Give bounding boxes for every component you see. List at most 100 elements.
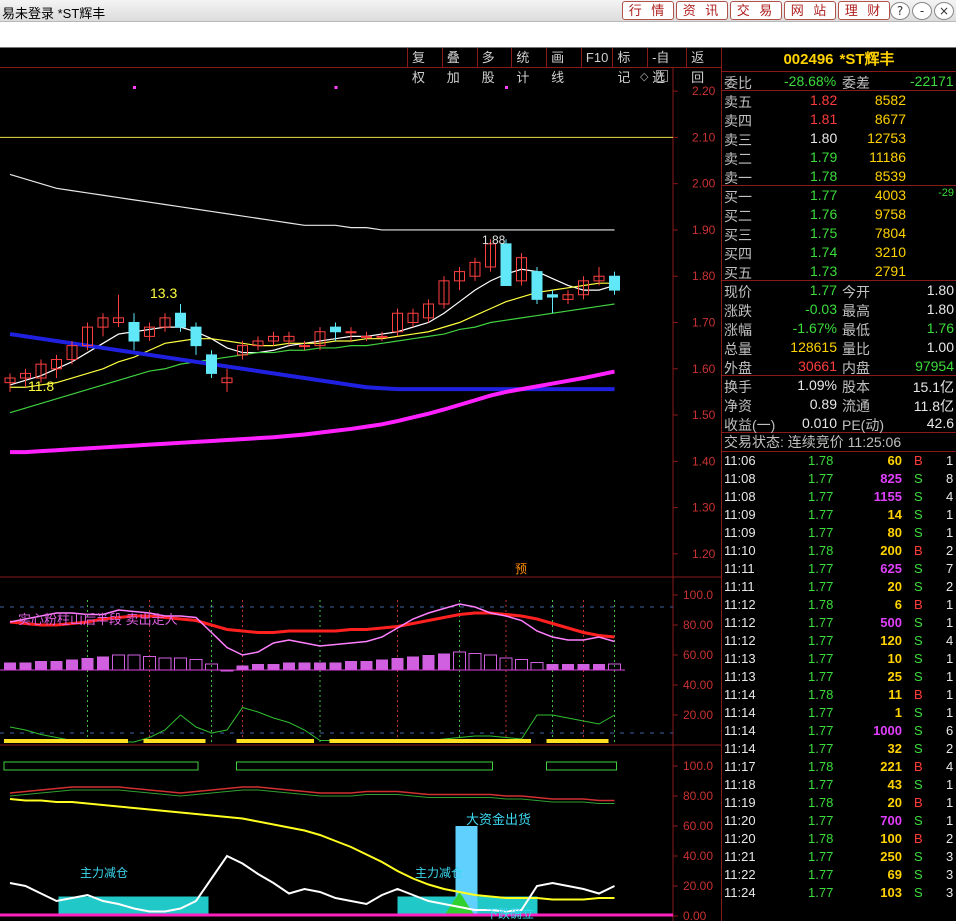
nav-button-quotes[interactable]: 行 情 (622, 1, 674, 20)
bid-row[interactable]: 买五 1.73 2791 (722, 262, 956, 281)
chart-toolbar: 复权 叠加 多股 统计 画线 F10 标记 -自选 返回 ◇ × (0, 48, 721, 85)
nav-button-trade[interactable]: 交 易 (730, 1, 782, 20)
decline-confirmed-label: 下跌确立 (486, 906, 534, 921)
tick-time: 11:11 (724, 579, 755, 594)
ind1-yellow-segment (329, 739, 516, 743)
minimize-icon[interactable]: - (912, 2, 932, 20)
tick-row[interactable]: 11:22 1.77 69 S 3 (722, 866, 956, 884)
tick-row[interactable]: 11:11 1.77 20 S 2 (722, 578, 956, 596)
tick-row[interactable]: 11:11 1.77 625 S 7 (722, 560, 956, 578)
fund-value: 0.89 (809, 396, 837, 412)
toolbar-button-f10[interactable]: F10 (580, 48, 612, 68)
stat-label: 内盘 (842, 360, 870, 376)
tick-price: 1.77 (808, 561, 834, 576)
stat-value: 1.80 (926, 301, 954, 317)
tick-count: 6 (946, 723, 954, 738)
tick-row[interactable]: 11:14 1.77 1000 S 6 (722, 722, 956, 740)
ind1-bar (593, 664, 605, 670)
bid-row[interactable]: 买四 1.74 3210 (722, 243, 956, 262)
tick-row[interactable]: 11:12 1.77 500 S 1 (722, 614, 956, 632)
tick-count: 2 (946, 579, 954, 594)
stat-label: 现价 (724, 284, 752, 300)
toolbar-button-mark[interactable]: 标记 (612, 48, 647, 85)
tick-direction: S (914, 777, 923, 792)
weibi-value: -28.68% (784, 73, 837, 89)
tick-row[interactable]: 11:20 1.77 700 S 1 (722, 812, 956, 830)
ind1-bar (530, 662, 544, 671)
bid-row[interactable]: 买一 1.77 4003 -29 (722, 186, 956, 205)
tick-row[interactable]: 11:12 1.77 120 S 4 (722, 632, 956, 650)
tick-row[interactable]: 11:13 1.77 25 S 1 (722, 668, 956, 686)
quote-panel: 002496 *ST辉丰 委比 -28.68% 委差 -22171 卖五 1.82 8… (721, 48, 956, 921)
tick-row[interactable]: 11:17 1.78 221 B 4 (722, 758, 956, 776)
tick-row[interactable]: 11:20 1.78 100 B 2 (722, 830, 956, 848)
tick-row[interactable]: 11:09 1.77 80 S 1 (722, 524, 956, 542)
tick-direction: S (914, 885, 923, 900)
toolbar-button-statistics[interactable]: 统计 (511, 48, 546, 85)
tick-volume: 14 (887, 507, 902, 522)
toolbar-button-back[interactable]: 返回 (686, 48, 721, 85)
tick-count: 4 (946, 633, 954, 648)
bid-volume: 9758 (874, 206, 906, 222)
stat-label: 总量 (724, 341, 752, 357)
tick-price: 1.77 (808, 885, 834, 900)
ind1-axis-label: 60.00 (683, 648, 713, 662)
toolbar-button-restore-rights[interactable]: 复权 (407, 48, 442, 85)
tick-row[interactable]: 11:24 1.77 103 S 3 (722, 884, 956, 902)
tick-time: 11:17 (724, 759, 756, 774)
tick-row[interactable]: 11:21 1.77 250 S 3 (722, 848, 956, 866)
help-icon[interactable]: ? (890, 2, 910, 20)
tick-direction: S (914, 579, 923, 594)
tick-row[interactable]: 11:12 1.78 6 B 1 (722, 596, 956, 614)
toolbar-button-overlay[interactable]: 叠加 (441, 48, 477, 85)
bid-label: 买一 (724, 189, 752, 205)
toolbar-button-multi-stock[interactable]: 多股 (476, 48, 512, 85)
toolbar-button-draw-line[interactable]: 画线 (546, 48, 581, 85)
tick-row[interactable]: 11:08 1.77 825 S 8 (722, 470, 956, 488)
bid-row[interactable]: 买三 1.75 7804 (722, 224, 956, 243)
close-icon[interactable]: × (934, 2, 954, 20)
main-price-panel: 2.20 2.10 2.00 1.90 1.80 1.70 1.60 1.50 1.40 1.30… (0, 84, 716, 561)
stat-value: 1.80 (926, 282, 954, 298)
tick-row[interactable]: 11:14 1.77 1 S 1 (722, 704, 956, 722)
ask-row[interactable]: 卖五 1.82 8582 (722, 91, 956, 110)
tick-count: 4 (946, 759, 954, 774)
ind2-band (236, 761, 493, 771)
stat-value: -0.03 (805, 301, 837, 317)
ask-levels: 卖五 1.82 8582 卖四 1.81 8677 卖三 1.80 12753 卖二 1.79 111… (722, 91, 956, 186)
toolbar-button-remove-watchlist[interactable]: -自选 (647, 48, 686, 85)
ind2-axis-label: 60.00 (683, 819, 713, 833)
candle-body (361, 335, 372, 338)
tick-direction: B (914, 453, 923, 468)
candle-body (206, 354, 217, 374)
tick-row[interactable]: 11:19 1.78 20 B 1 (722, 794, 956, 812)
tick-price: 1.77 (808, 633, 834, 648)
ask-row[interactable]: 卖四 1.81 8677 (722, 110, 956, 129)
tick-price: 1.77 (808, 525, 834, 540)
tick-volume: 20 (887, 795, 902, 810)
tick-row[interactable]: 11:13 1.77 10 S 1 (722, 650, 956, 668)
tick-time: 11:13 (724, 669, 756, 684)
tick-volume: 10 (887, 651, 902, 666)
tick-row[interactable]: 11:14 1.78 11 B 1 (722, 686, 956, 704)
tick-row[interactable]: 11:08 1.77 1155 S 4 (722, 488, 956, 506)
title-bar: 易未登录 *ST辉丰 行 情 资 讯 交 易 网 站 理 财 ? - × (0, 0, 956, 22)
tick-row[interactable]: 11:10 1.78 200 B 2 (722, 542, 956, 560)
ask-row[interactable]: 卖三 1.80 12753 (722, 129, 956, 148)
ind1-yellow-segment (546, 739, 609, 743)
candle-body (609, 275, 620, 291)
ask-row[interactable]: 卖一 1.78 8539 (722, 167, 956, 186)
kline-chart-area[interactable]: 2.20 2.10 2.00 1.90 1.80 1.70 1.60 1.50 1.40 1.30… (0, 68, 721, 921)
nav-button-website[interactable]: 网 站 (784, 1, 836, 20)
tick-row[interactable]: 11:09 1.77 14 S 1 (722, 506, 956, 524)
ind1-axis-label: 80.00 (683, 618, 713, 632)
nav-button-news[interactable]: 资 讯 (676, 1, 728, 20)
tick-row[interactable]: 11:18 1.77 43 S 1 (722, 776, 956, 794)
nav-button-finance[interactable]: 理 财 (838, 1, 890, 20)
bid-price: 1.75 (810, 225, 838, 241)
tick-row[interactable]: 11:06 1.78 60 B 1 (722, 452, 956, 470)
tick-list[interactable]: 11:06 1.78 60 B 1 11:08 1.77 825 S 8 11:08 1.77 1155… (722, 452, 956, 902)
bid-row[interactable]: 买二 1.76 9758 (722, 205, 956, 224)
ask-row[interactable]: 卖二 1.79 11186 (722, 148, 956, 167)
tick-row[interactable]: 11:14 1.77 32 S 2 (722, 740, 956, 758)
